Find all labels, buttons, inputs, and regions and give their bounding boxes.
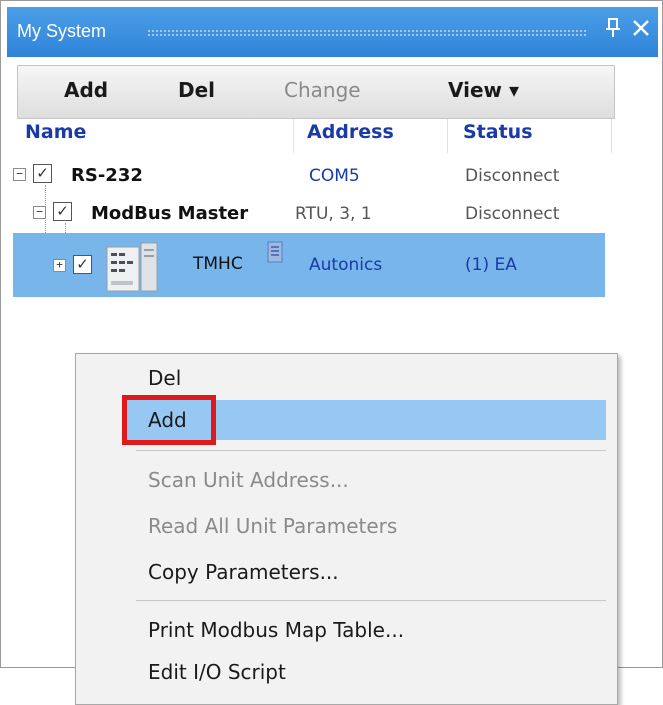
tree-row-address: Autonics xyxy=(309,255,383,275)
collapse-icon[interactable]: − xyxy=(33,206,46,219)
tree-row-status: Disconnect xyxy=(465,166,560,186)
column-divider[interactable] xyxy=(293,119,294,153)
tree-row-rs232[interactable]: − ✓ RS-232 COM5 Disconnect xyxy=(7,157,615,193)
menu-item-label: Read All Unit Parameters xyxy=(148,514,398,538)
tree-row-address: COM5 xyxy=(309,166,360,186)
menu-item-label: Del xyxy=(148,366,182,390)
document-icon[interactable] xyxy=(267,241,283,263)
menu-item-read-all-unit-parameters[interactable]: Read All Unit Parameters xyxy=(76,506,617,546)
tree-row-name: RS-232 xyxy=(71,165,143,186)
tree-row-address: RTU, 3, 1 xyxy=(295,204,372,224)
expand-icon[interactable]: + xyxy=(53,259,66,272)
menu-item-label: Print Modbus Map Table... xyxy=(148,618,405,642)
checkbox-checked-icon[interactable]: ✓ xyxy=(33,164,52,183)
collapse-icon[interactable]: − xyxy=(13,168,26,181)
close-icon[interactable] xyxy=(631,15,651,49)
change-button[interactable]: Change xyxy=(284,78,361,102)
column-divider[interactable] xyxy=(447,119,448,153)
panel-titlebar: My System xyxy=(7,7,658,57)
column-header-status[interactable]: Status xyxy=(463,121,533,143)
menu-item-label: Edit I/O Script xyxy=(148,660,286,684)
panel-content: Add Del Change View ▾ Name Address Statu… xyxy=(7,57,658,705)
panel-title: My System xyxy=(17,21,107,41)
checkbox-checked-icon[interactable]: ✓ xyxy=(53,202,72,221)
menu-separator xyxy=(136,600,606,601)
pin-icon[interactable] xyxy=(605,15,621,49)
titlebar-grip[interactable] xyxy=(147,29,587,37)
toolbar: Add Del Change View ▾ xyxy=(17,65,615,119)
del-button[interactable]: Del xyxy=(178,78,215,102)
column-header-address[interactable]: Address xyxy=(307,121,394,143)
menu-item-print-modbus-map-table[interactable]: Print Modbus Map Table... xyxy=(76,610,617,650)
menu-item-label: Scan Unit Address... xyxy=(148,468,349,492)
menu-item-edit-io-script[interactable]: Edit I/O Script xyxy=(76,652,617,692)
tree-row-modbus-master[interactable]: − ✓ ModBus Master RTU, 3, 1 Disconnect xyxy=(7,195,615,231)
tree-row-status: (1) EA xyxy=(465,255,517,275)
tree-row-name: ModBus Master xyxy=(91,203,249,224)
menu-item-copy-parameters[interactable]: Copy Parameters... xyxy=(76,552,617,592)
checkbox-checked-icon[interactable]: ✓ xyxy=(73,255,92,274)
add-button[interactable]: Add xyxy=(64,78,108,102)
view-dropdown-button[interactable]: View ▾ xyxy=(448,78,519,102)
column-divider[interactable] xyxy=(611,119,612,153)
highlight-callout-box xyxy=(122,395,216,445)
menu-item-scan-unit-address[interactable]: Scan Unit Address... xyxy=(76,460,617,500)
menu-item-label: Copy Parameters... xyxy=(148,560,339,584)
tree-row-name: TMHC xyxy=(193,254,243,274)
menu-item-del[interactable]: Del xyxy=(76,358,617,398)
column-header-name[interactable]: Name xyxy=(25,121,86,143)
menu-separator xyxy=(136,450,606,451)
tree-row-tmhc[interactable]: + ✓ TMHC Autonics (1) EA xyxy=(13,233,605,297)
tmhc-device-icon xyxy=(103,237,163,295)
tree-row-status: Disconnect xyxy=(465,204,560,224)
my-system-panel: My System Add Del Change View ▾ Name Add… xyxy=(0,0,663,705)
